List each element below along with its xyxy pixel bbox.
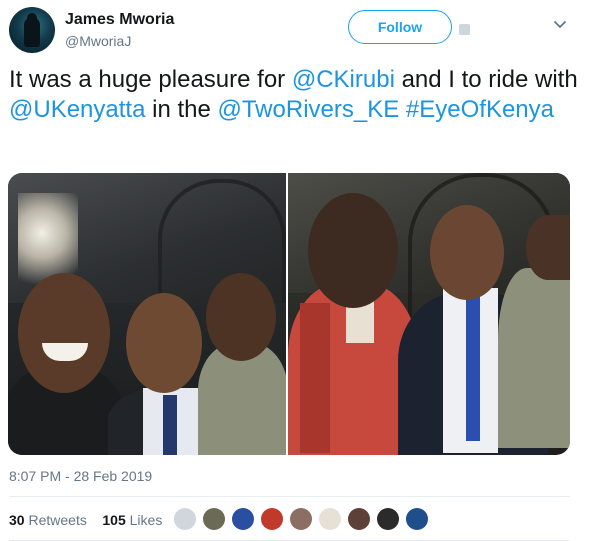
tweet-timestamp[interactable]: 8:07 PM - 28 Feb 2019 bbox=[9, 468, 152, 484]
likes-count[interactable]: 105 bbox=[102, 512, 125, 528]
retweets-count[interactable]: 30 bbox=[9, 512, 25, 528]
tweet-header: James Mworia @MworiaJ Follow bbox=[0, 0, 591, 64]
tweet-text-segment: It was a huge pleasure for bbox=[9, 66, 292, 93]
author-handle[interactable]: @MworiaJ bbox=[65, 33, 131, 49]
retweets-label[interactable]: Retweets bbox=[28, 512, 86, 528]
liker-avatar[interactable] bbox=[319, 508, 341, 530]
liker-avatar[interactable] bbox=[377, 508, 399, 530]
tweet-stats: 30 Retweets 105 Likes bbox=[9, 512, 162, 528]
tweet-text-segment: in the bbox=[145, 96, 218, 123]
liker-avatar[interactable] bbox=[406, 508, 428, 530]
hashtag-link[interactable]: #EyeOfKenya bbox=[406, 96, 554, 123]
author-display-name[interactable]: James Mworia bbox=[65, 11, 174, 29]
follow-button[interactable]: Follow bbox=[348, 10, 452, 44]
liker-avatar[interactable] bbox=[290, 508, 312, 530]
tweet-text-segment: and I to ride with bbox=[394, 66, 578, 93]
liker-avatar[interactable] bbox=[203, 508, 225, 530]
mention-link[interactable]: @CKirubi bbox=[292, 66, 395, 93]
liker-avatar[interactable] bbox=[348, 508, 370, 530]
divider bbox=[9, 496, 570, 497]
chevron-down-icon[interactable] bbox=[552, 19, 568, 31]
photo-selfie[interactable] bbox=[8, 173, 286, 455]
photo-group[interactable] bbox=[288, 173, 570, 455]
mention-link[interactable]: @TwoRivers_KE bbox=[217, 96, 399, 123]
likes-label[interactable]: Likes bbox=[130, 512, 163, 528]
liker-avatar[interactable] bbox=[232, 508, 254, 530]
liker-avatar[interactable] bbox=[174, 508, 196, 530]
avatar[interactable] bbox=[9, 7, 55, 53]
verified-badge-icon bbox=[459, 24, 470, 35]
mention-link[interactable]: @UKenyatta bbox=[9, 96, 145, 123]
liker-avatar[interactable] bbox=[261, 508, 283, 530]
tweet-text-segment bbox=[399, 96, 406, 123]
tweet-text: It was a huge pleasure for @CKirubi and … bbox=[9, 65, 579, 125]
